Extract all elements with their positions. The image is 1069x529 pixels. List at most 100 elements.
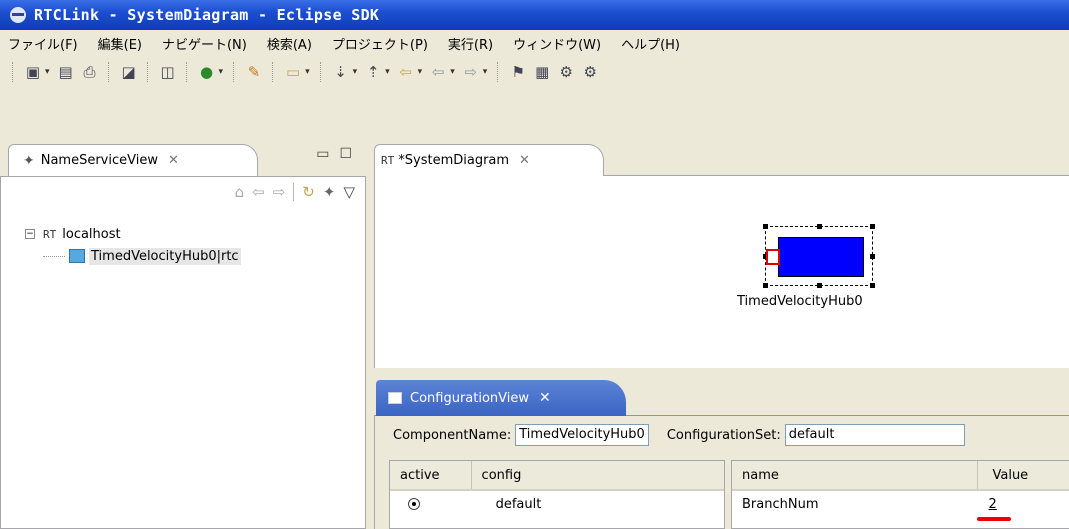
column-header-value[interactable]: Value [978,461,1069,489]
menu-run[interactable]: 実行(R) [448,34,493,53]
menu-file[interactable]: ファイル(F) [8,34,78,53]
refresh-icon[interactable]: ↻ [302,183,315,201]
forward-icon[interactable]: ⇨ [273,183,286,201]
component-body[interactable] [778,237,864,277]
name-service-tree: − RT localhost TimedVelocityHub0|rtc [25,223,241,267]
resize-handle[interactable] [870,254,875,259]
menu-search[interactable]: 検索(A) [267,34,312,53]
name-service-view: ✦ NameServiceView ✕ ▭ ☐ ⌂ ⇦ ⇨ ↻ ✦ ▽ − RT… [0,140,366,529]
home-icon[interactable]: ⌂ [235,183,245,201]
tab-name-service-view[interactable]: ✦ NameServiceView ✕ [8,144,258,176]
config-body: ComponentName: TimedVelocityHub0 Configu… [374,416,1069,529]
configuration-view: ConfigurationView ✕ ComponentName: Timed… [374,378,1069,529]
tab-label: NameServiceView [40,153,158,168]
plug-icon: ✦ [23,152,35,169]
chevron-down-icon[interactable]: ▾ [418,67,423,77]
last-edit-icon[interactable]: ⇦ [395,61,417,83]
menu-bar: ファイル(F) 編集(E) ナビゲート(N) 検索(A) プロジェクト(P) 実… [0,30,1069,56]
plug-icon[interactable]: ✦ [323,183,336,201]
back-icon[interactable]: ⇦ [427,61,449,83]
minimize-icon[interactable]: ▭ [316,146,329,162]
title-bar: RTCLink - SystemDiagram - Eclipse SDK [0,0,1069,30]
rt-icon: RT [43,227,57,241]
view-controls: ▭ ☐ [316,146,352,162]
forward-icon[interactable]: ⇨ [460,61,482,83]
print-icon[interactable]: ⎙ [79,61,101,83]
rt-component[interactable] [763,224,875,288]
pencil-icon[interactable]: ✎ [243,61,265,83]
rtc-tool-icon[interactable]: ⚑ [507,61,529,83]
chevron-down-icon[interactable]: ▾ [385,67,390,77]
tree-node-component[interactable]: TimedVelocityHub0|rtc [43,245,241,267]
rtc-tool-icon[interactable]: ⚙ [579,61,601,83]
toolbar-separator [107,62,111,82]
column-header-name[interactable]: name [732,461,979,489]
resize-handle[interactable] [870,224,875,229]
toolbar-separator [233,62,236,82]
resize-handle[interactable] [763,283,768,288]
menu-help[interactable]: ヘルプ(H) [621,34,680,53]
view-toolbar: ⌂ ⇦ ⇨ ↻ ✦ ▽ [235,183,355,201]
toolbar-separator [293,183,295,201]
toolbar-separator [12,62,15,82]
rt-icon: RT [381,154,395,167]
tab-system-diagram[interactable]: RT *SystemDiagram ✕ [374,144,604,176]
column-header-active[interactable]: active [390,461,472,489]
menu-navigate[interactable]: ナビゲート(N) [162,34,247,53]
configuration-set-field[interactable]: default [784,424,965,446]
rtc-tool-icon[interactable]: ▦ [531,61,553,83]
chevron-down-icon[interactable]: ▾ [353,67,358,77]
folder-icon[interactable]: ▭ [282,61,304,83]
tab-configuration-view[interactable]: ConfigurationView ✕ [376,380,626,416]
open-type-icon[interactable]: ◪ [118,61,140,83]
maximize-icon[interactable]: ☐ [339,146,352,162]
chevron-down-icon[interactable]: ▾ [305,67,310,77]
new-icon[interactable]: ▣ [22,61,44,83]
tree-node-host[interactable]: − RT localhost [25,223,241,245]
component-label: TimedVelocityHub0|rtc [89,247,241,265]
editor-tab-bar: RT *SystemDiagram ✕ [374,140,1069,176]
configuration-set-label: ConfigurationSet: [666,427,781,443]
toolbar-separator [272,62,275,82]
task-icon[interactable]: ◫ [157,61,179,83]
chevron-down-icon[interactable]: ▾ [45,67,50,77]
name-service-body: ⌂ ⇦ ⇨ ↻ ✦ ▽ − RT localhost TimedVelocity… [0,176,366,529]
close-icon[interactable]: ✕ [168,153,179,168]
active-radio[interactable] [408,498,420,510]
table-row[interactable]: BranchNum 2 [732,491,1069,517]
tab-label: ConfigurationView [410,390,530,406]
resize-handle[interactable] [817,283,822,288]
config-cell: default [495,496,542,512]
component-name-label: TimedVelocityHub0 [737,294,863,309]
table-row[interactable]: default [390,491,724,517]
resize-handle[interactable] [817,224,822,229]
table-header: active config [390,461,724,491]
param-value-cell[interactable]: 2 [979,491,1069,517]
menu-edit[interactable]: 編集(E) [98,34,142,53]
close-icon[interactable]: ✕ [519,153,530,168]
close-icon[interactable]: ✕ [539,390,551,406]
toolbar-separator [185,62,189,82]
prev-annotation-icon[interactable]: ⇡ [362,61,384,83]
collapse-icon[interactable]: − [25,229,35,239]
menu-project[interactable]: プロジェクト(P) [332,34,428,53]
component-name-field[interactable]: TimedVelocityHub0 [515,424,649,446]
back-icon[interactable]: ⇦ [252,183,265,201]
toolbar-separator [319,62,323,82]
chevron-down-icon[interactable]: ▾ [219,67,224,77]
diagram-canvas[interactable]: TimedVelocityHub0 [374,176,1069,368]
chevron-down-icon[interactable]: ▾ [450,67,455,77]
save-icon[interactable]: ▤ [55,61,77,83]
resize-handle[interactable] [763,224,768,229]
component-icon [69,249,85,263]
view-menu-icon[interactable]: ▽ [343,183,355,201]
menu-window[interactable]: ウィンドウ(W) [513,34,601,53]
resize-handle[interactable] [870,283,875,288]
column-header-config[interactable]: config [472,461,724,489]
system-diagram-editor: RT *SystemDiagram ✕ TimedVelocityHub0 [374,140,1069,368]
run-icon[interactable]: ● [196,61,218,83]
rtc-tool-icon[interactable]: ⚙ [555,61,577,83]
in-port[interactable] [766,249,780,265]
chevron-down-icon[interactable]: ▾ [483,67,488,77]
next-annotation-icon[interactable]: ⇣ [330,61,352,83]
